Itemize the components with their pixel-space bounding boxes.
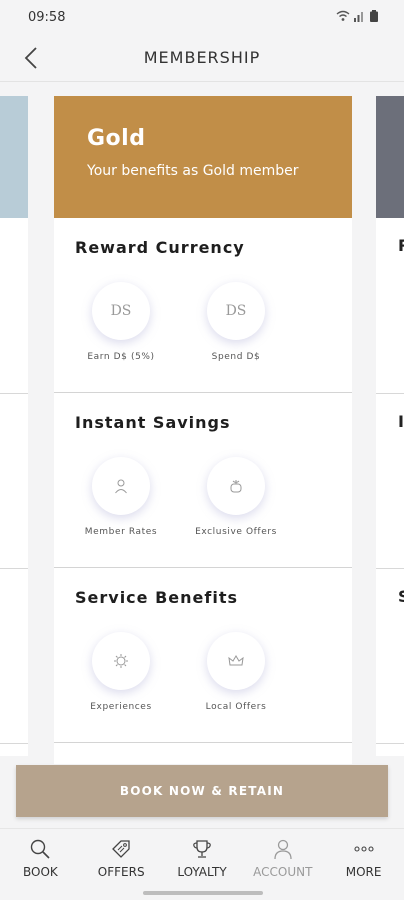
next-tier-header bbox=[376, 96, 404, 218]
section-title: Service Benefits bbox=[75, 588, 238, 607]
benefit-label: Member Rates bbox=[84, 527, 158, 537]
benefit-label: Experiences bbox=[90, 702, 152, 712]
section-instant-savings: Instant Savings Member Rates Exclusive O… bbox=[54, 393, 352, 568]
home-indicator bbox=[143, 891, 263, 895]
ds-icon: DS bbox=[207, 282, 265, 340]
nav-book[interactable]: BOOK bbox=[0, 829, 81, 900]
nav-loyalty[interactable]: LOYALTY bbox=[162, 829, 243, 900]
sparkle-icon bbox=[92, 632, 150, 690]
ds-icon: DS bbox=[92, 282, 150, 340]
previous-tier-header bbox=[0, 96, 28, 218]
wifi-icon bbox=[336, 10, 350, 21]
benefit-exclusive-offers[interactable]: Exclusive Offers bbox=[181, 457, 291, 537]
page-title: MEMBERSHIP bbox=[143, 48, 261, 67]
nav-label: OFFERS bbox=[97, 865, 145, 879]
benefit-member-rates[interactable]: Member Rates bbox=[66, 457, 176, 537]
status-time: 09:58 bbox=[28, 10, 66, 25]
tier-subtitle: Your benefits as Gold member bbox=[87, 163, 299, 179]
divider bbox=[0, 743, 28, 744]
more-icon bbox=[323, 837, 404, 861]
benefit-label: Local Offers bbox=[205, 702, 267, 712]
nav-label: LOYALTY bbox=[177, 865, 227, 879]
previous-tier-card[interactable] bbox=[0, 96, 28, 756]
section-title: Reward Currency bbox=[75, 238, 245, 257]
benefit-local-offers[interactable]: Local Offers bbox=[181, 632, 291, 712]
nav-more[interactable]: MORE bbox=[323, 829, 404, 900]
divider bbox=[376, 743, 404, 744]
benefit-earn[interactable]: DS Earn D$ (5%) bbox=[66, 282, 176, 362]
benefit-spend[interactable]: DS Spend D$ bbox=[181, 282, 291, 362]
divider bbox=[0, 568, 28, 569]
benefit-label: Spend D$ bbox=[211, 352, 261, 362]
next-card-section-title: S bbox=[398, 587, 404, 606]
benefit-experiences[interactable]: Experiences bbox=[66, 632, 176, 712]
status-icons bbox=[336, 10, 378, 22]
divider bbox=[0, 393, 28, 394]
nav-label: BOOK bbox=[23, 865, 58, 879]
gold-tier-card: Gold Your benefits as Gold member Reward… bbox=[54, 96, 352, 764]
user-icon bbox=[242, 837, 323, 861]
tier-name: Gold bbox=[87, 126, 146, 151]
bottom-nav: BOOK OFFERS LOYALTY ACCOUNT MORE bbox=[0, 828, 404, 900]
benefit-label: Exclusive Offers bbox=[195, 527, 277, 537]
header: MEMBERSHIP bbox=[0, 36, 404, 82]
tier-header: Gold Your benefits as Gold member bbox=[54, 96, 352, 218]
next-card-section-title: I bbox=[398, 412, 404, 431]
divider bbox=[376, 393, 404, 394]
nav-account[interactable]: ACCOUNT bbox=[242, 829, 323, 900]
nav-offers[interactable]: OFFERS bbox=[81, 829, 162, 900]
tag-icon bbox=[81, 837, 162, 861]
member-icon bbox=[92, 457, 150, 515]
battery-icon bbox=[370, 10, 378, 22]
next-card-section-title: R bbox=[398, 236, 404, 255]
book-now-button[interactable]: BOOK NOW & RETAIN bbox=[16, 765, 388, 817]
divider bbox=[376, 568, 404, 569]
trophy-icon bbox=[162, 837, 243, 861]
benefit-label: Earn D$ (5%) bbox=[87, 352, 155, 362]
status-bar: 09:58 bbox=[0, 0, 404, 36]
signal-icon bbox=[354, 12, 363, 22]
tier-carousel[interactable]: Gold Your benefits as Gold member Reward… bbox=[0, 84, 404, 764]
nav-label: ACCOUNT bbox=[253, 865, 313, 879]
section-reward-currency: Reward Currency DS Earn D$ (5%) DS Spend… bbox=[54, 218, 352, 393]
search-icon bbox=[0, 837, 81, 861]
gift-icon bbox=[207, 457, 265, 515]
section-service-benefits: Service Benefits Experiences Local Offer… bbox=[54, 568, 352, 743]
crown-icon bbox=[207, 632, 265, 690]
nav-label: MORE bbox=[345, 865, 382, 879]
next-tier-card[interactable]: R I S bbox=[376, 96, 404, 756]
section-title: Instant Savings bbox=[75, 413, 231, 432]
